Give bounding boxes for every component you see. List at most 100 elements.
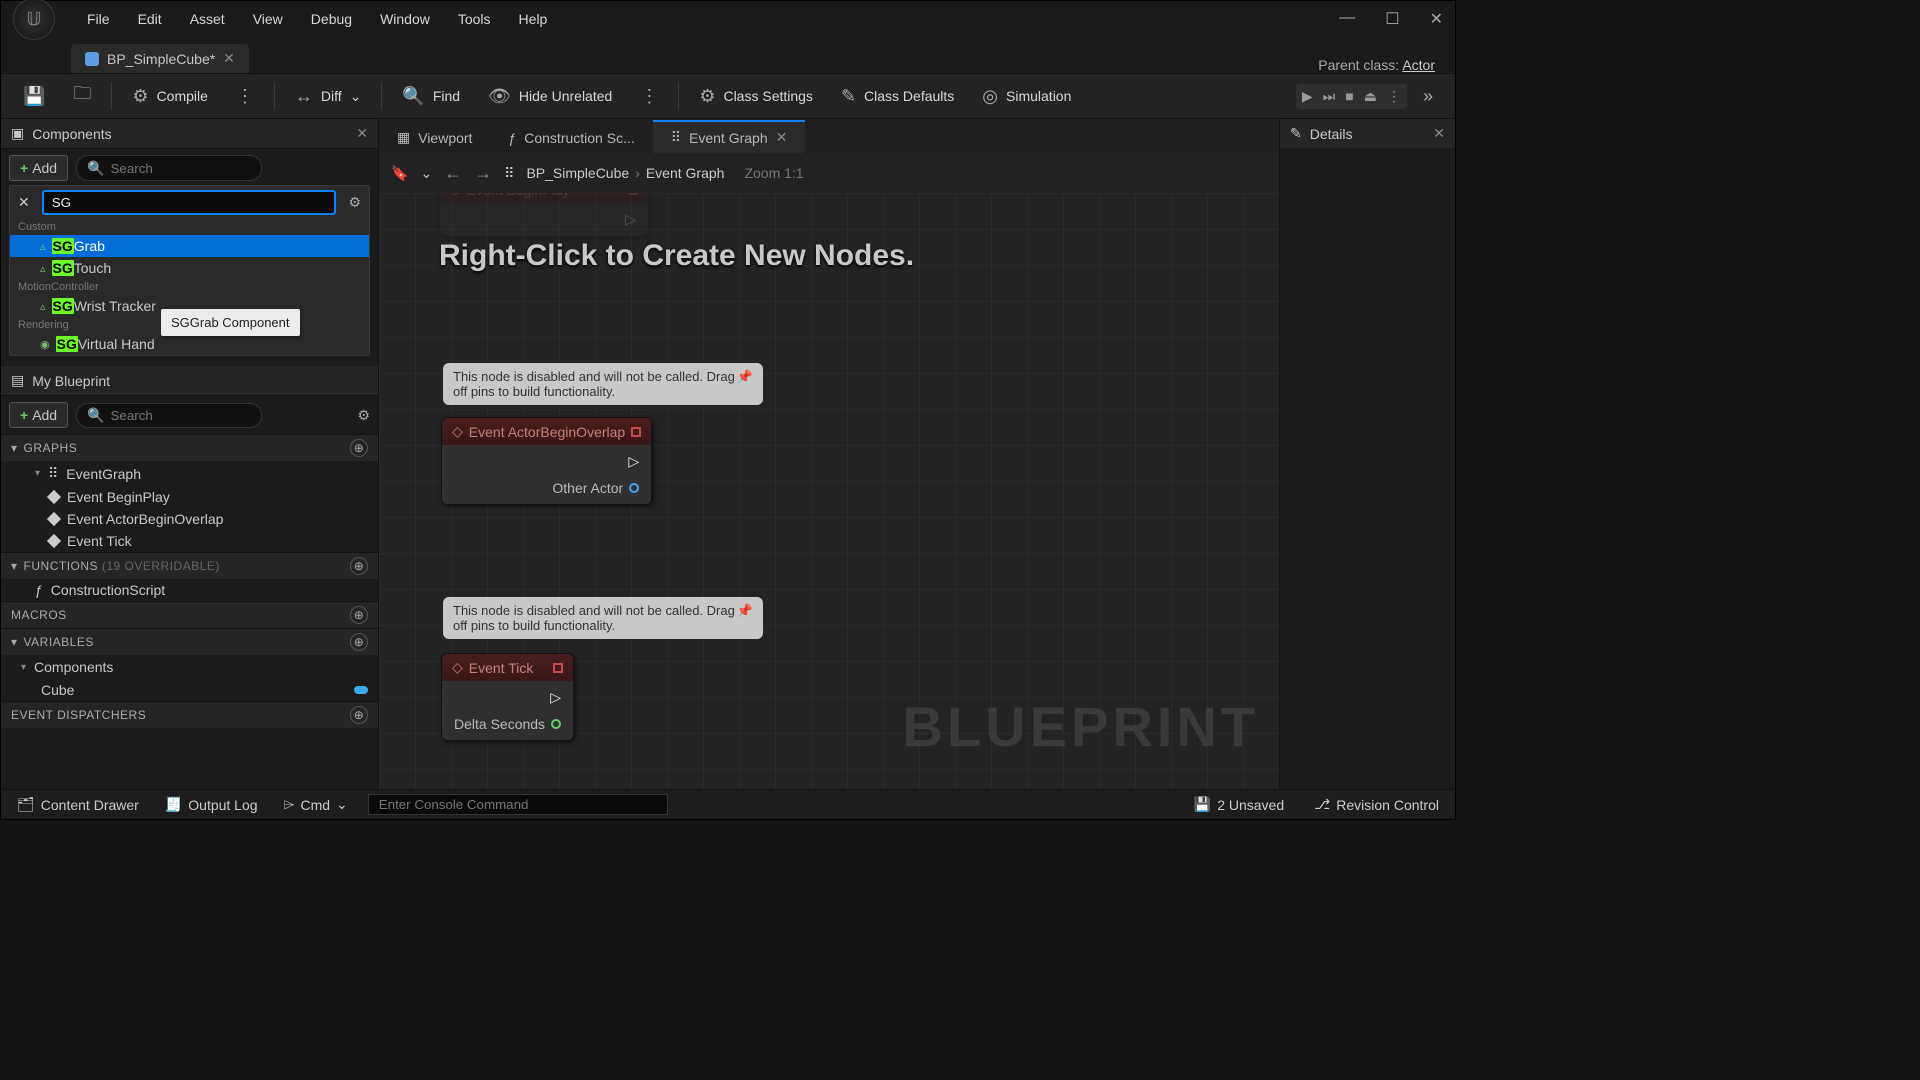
myblueprint-add-button[interactable]: +Add <box>9 402 68 428</box>
menu-view[interactable]: View <box>239 7 297 31</box>
class-settings-button[interactable]: ⚙Class Settings <box>687 80 825 113</box>
hide-unrelated-options-button[interactable]: ⋮ <box>628 80 670 113</box>
graph-item-eventgraph[interactable]: ▾⠿EventGraph <box>1 461 378 486</box>
nav-back-icon[interactable]: ← <box>444 163 462 184</box>
revision-control-button[interactable]: ⎇Revision Control <box>1308 793 1445 816</box>
compile-button[interactable]: ⚙Compile <box>120 80 220 113</box>
details-panel-tab[interactable]: ✎ Details ✕ <box>1280 119 1455 148</box>
pin-icon[interactable]: 📌 <box>737 603 753 619</box>
menu-tools[interactable]: Tools <box>444 7 505 31</box>
document-tab-close-icon[interactable]: ✕ <box>223 50 235 67</box>
dropdown-item-sggrab[interactable]: ▵SGGrab <box>10 235 369 257</box>
add-variable-button[interactable]: ⊕ <box>350 633 368 651</box>
exec-out-pin[interactable]: ▷ <box>625 211 636 228</box>
section-functions[interactable]: ▾FUNCTIONS (19 OVERRIDABLE)⊕ <box>1 552 378 579</box>
section-variables[interactable]: ▾VARIABLES⊕ <box>1 628 378 655</box>
components-panel-close-icon[interactable]: ✕ <box>356 125 368 142</box>
cmd-dropdown[interactable]: ⌲Cmd ⌄ <box>278 793 354 816</box>
breakpoint-icon[interactable] <box>631 427 641 437</box>
dropdown-clear-icon[interactable]: ✕ <box>10 194 38 211</box>
output-log-button[interactable]: 🧾Output Log <box>159 793 264 816</box>
variable-item-cube[interactable]: Cube <box>1 679 378 701</box>
menu-asset[interactable]: Asset <box>176 7 239 31</box>
expand-toolbar-button[interactable]: » <box>1411 80 1445 113</box>
add-dispatcher-button[interactable]: ⊕ <box>350 706 368 724</box>
menu-help[interactable]: Help <box>505 7 562 31</box>
parent-class-link[interactable]: Actor <box>1402 57 1435 73</box>
find-button[interactable]: 🔍Find <box>390 80 472 113</box>
section-macros[interactable]: MACROS⊕ <box>1 601 378 628</box>
menu-window[interactable]: Window <box>366 7 444 31</box>
bookmark-icon[interactable]: 🔖 <box>391 165 408 182</box>
unreal-logo-icon[interactable]: 𝕌 <box>13 0 55 40</box>
play-icon[interactable]: ▶ <box>1302 88 1313 105</box>
console-command-input[interactable] <box>368 794 668 815</box>
pin-icon[interactable]: 📌 <box>737 369 753 385</box>
nav-forward-icon[interactable]: → <box>474 163 492 184</box>
tab-close-icon[interactable]: ✕ <box>776 129 788 146</box>
save-button[interactable]: 💾 <box>11 80 57 113</box>
components-add-button[interactable]: +Add <box>9 155 68 181</box>
function-item-constructionscript[interactable]: ƒConstructionScript <box>1 579 378 601</box>
data-out-pin[interactable] <box>629 483 639 493</box>
breakpoint-icon[interactable] <box>553 663 563 673</box>
menu-file[interactable]: File <box>73 7 124 31</box>
content-drawer-button[interactable]: 🗂Content Drawer <box>11 793 145 816</box>
breakpoint-icon[interactable] <box>628 193 638 195</box>
components-search-input[interactable]: 🔍 <box>76 155 261 181</box>
search-icon: 🔍 <box>87 160 104 177</box>
dropdown-search-input[interactable] <box>42 190 337 215</box>
exec-out-pin[interactable]: ▷ <box>628 453 639 470</box>
dropdown-item-sgvirtualhand[interactable]: ◉SGVirtual Hand <box>10 333 369 355</box>
window-minimize-icon[interactable]: — <box>1339 9 1355 29</box>
node-event-actorbeginoverlap[interactable]: ◇Event ActorBeginOverlap ▷ Other Actor <box>441 417 652 505</box>
browse-button[interactable]: 🗀 <box>61 75 103 117</box>
document-tab[interactable]: BP_SimpleCube* ✕ <box>71 44 249 73</box>
unsaved-indicator[interactable]: 💾2 Unsaved <box>1188 793 1290 816</box>
hide-unrelated-button[interactable]: 👁Hide Unrelated <box>476 80 624 113</box>
myblueprint-search-input[interactable]: 🔍 <box>76 403 261 428</box>
parent-class-label: Parent class: Actor <box>1318 57 1455 73</box>
data-out-pin[interactable] <box>551 719 561 729</box>
window-maximize-icon[interactable]: ☐ <box>1385 9 1399 29</box>
node-event-beginplay[interactable]: ◇Event BeginPlay ▷ <box>439 193 649 237</box>
menu-debug[interactable]: Debug <box>297 7 366 31</box>
event-item-actorbeginoverlap[interactable]: Event ActorBeginOverlap <box>1 508 378 530</box>
kebab-icon: ⋮ <box>640 86 658 107</box>
myblueprint-search-field[interactable] <box>111 408 251 423</box>
tab-construction-script[interactable]: ƒConstruction Sc... <box>490 123 652 153</box>
section-graphs[interactable]: ▾GRAPHS⊕ <box>1 434 378 461</box>
event-item-beginplay[interactable]: Event BeginPlay <box>1 486 378 508</box>
components-panel-tab[interactable]: ▣ Components ✕ <box>1 119 378 149</box>
exec-out-pin[interactable]: ▷ <box>550 689 561 706</box>
dropdown-item-sgtouch[interactable]: ▵SGTouch <box>10 257 369 279</box>
chevron-down-icon[interactable]: ⌄ <box>420 165 432 182</box>
simulation-button[interactable]: ◎Simulation <box>970 80 1083 113</box>
dropdown-settings-icon[interactable]: ⚙ <box>340 194 369 211</box>
add-graph-button[interactable]: ⊕ <box>350 439 368 457</box>
play-options-icon[interactable]: ⋮ <box>1387 88 1401 105</box>
node-event-tick[interactable]: ◇Event Tick ▷ Delta Seconds <box>441 653 574 741</box>
add-macro-button[interactable]: ⊕ <box>350 606 368 624</box>
variables-group-components[interactable]: ▾Components <box>1 655 378 679</box>
section-event-dispatchers[interactable]: EVENT DISPATCHERS⊕ <box>1 701 378 728</box>
myblueprint-settings-icon[interactable]: ⚙ <box>357 407 370 424</box>
compile-icon: ⚙ <box>132 86 148 107</box>
event-graph-canvas[interactable]: BLUEPRINT Right-Click to Create New Node… <box>379 193 1279 789</box>
compile-options-button[interactable]: ⋮ <box>224 80 266 113</box>
add-function-button[interactable]: ⊕ <box>350 557 368 575</box>
tab-viewport[interactable]: ▦Viewport <box>379 122 490 153</box>
myblueprint-panel-tab[interactable]: ▤ My Blueprint <box>1 366 378 396</box>
window-close-icon[interactable]: ✕ <box>1430 9 1443 29</box>
diff-button[interactable]: ↔Diff ⌄ <box>283 80 373 113</box>
step-icon[interactable]: ⏭ <box>1323 88 1336 105</box>
menu-edit[interactable]: Edit <box>124 7 176 31</box>
class-defaults-button[interactable]: ✎Class Defaults <box>829 80 966 113</box>
components-search-field[interactable] <box>111 161 251 176</box>
event-item-tick[interactable]: Event Tick <box>1 530 378 552</box>
breadcrumb[interactable]: BP_SimpleCube›Event Graph <box>526 165 724 181</box>
details-panel-close-icon[interactable]: ✕ <box>1433 125 1445 142</box>
stop-icon[interactable]: ■ <box>1345 88 1353 104</box>
tab-event-graph[interactable]: ⠿Event Graph✕ <box>653 120 806 153</box>
eject-icon[interactable]: ⏏ <box>1364 88 1377 105</box>
